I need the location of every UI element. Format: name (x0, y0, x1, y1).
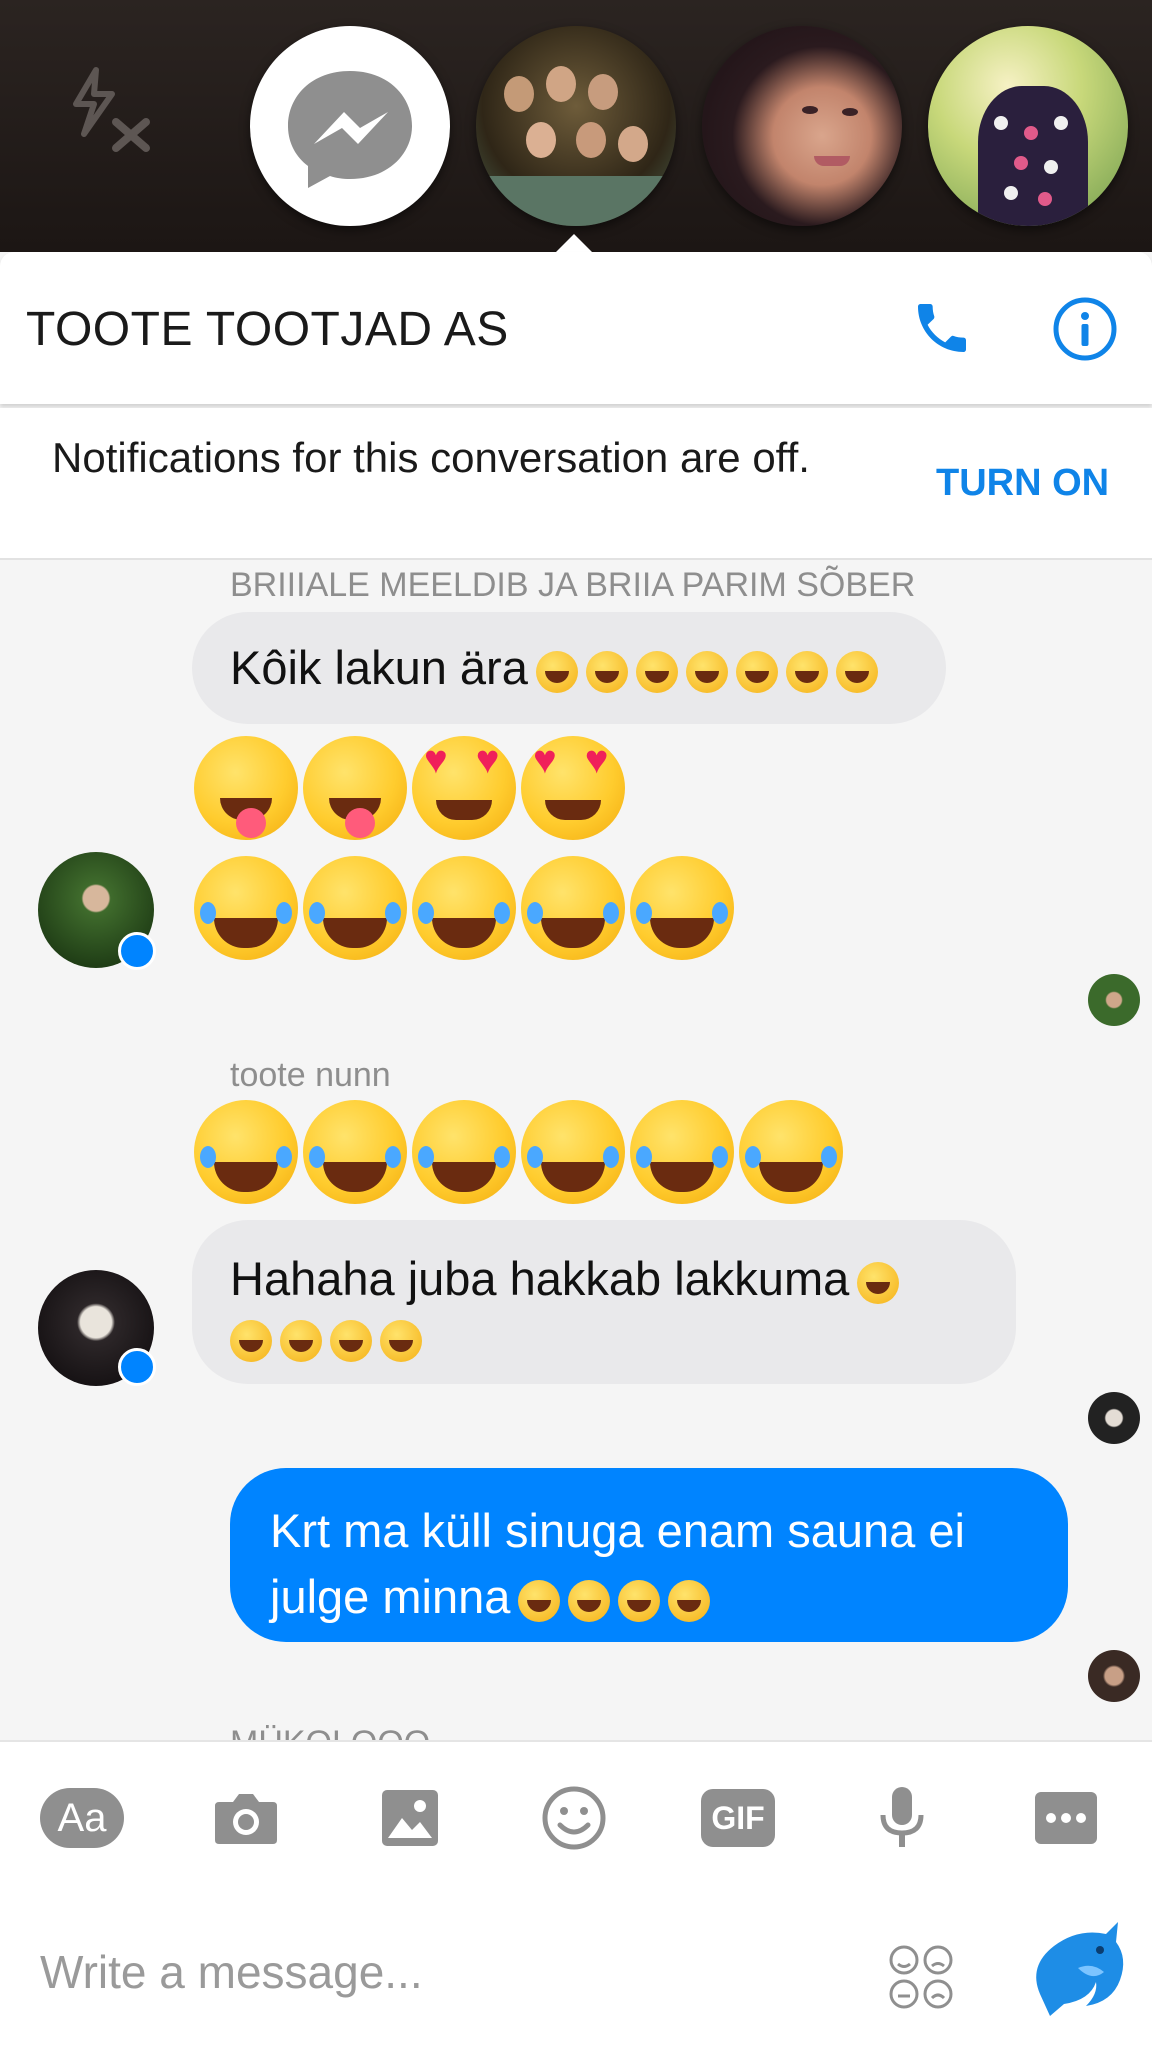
laughing-emoji-icon (521, 1100, 625, 1204)
emoji-button[interactable] (532, 1786, 616, 1850)
emoji-icon (542, 1786, 606, 1850)
active-head-caret (554, 234, 594, 254)
partial-sender-name: MÜKOLOOO (230, 1724, 430, 1740)
laughing-emoji-icon (528, 641, 878, 694)
flash-off-icon (64, 62, 154, 152)
gallery-icon (382, 1790, 438, 1846)
messenger-icon (288, 71, 412, 188)
turn-on-button[interactable]: TURN ON (936, 462, 1109, 505)
gif-button[interactable]: GIF (696, 1786, 780, 1850)
text-size-button[interactable]: Aa (40, 1786, 124, 1850)
gif-icon: GIF (701, 1789, 775, 1847)
read-receipt-avatar (1088, 974, 1140, 1026)
sender-name: BRIIIALE MEELDIB JA BRIIA PARIM SÕBER (230, 566, 916, 604)
laughing-emoji-icon (510, 1570, 711, 1623)
text-size-icon: Aa (40, 1788, 124, 1848)
more-icon (1035, 1792, 1097, 1844)
gallery-button[interactable] (368, 1786, 452, 1850)
own-message-bubble[interactable]: Krt ma küll sinuga enam sauna ei julge m… (230, 1468, 1068, 1642)
phone-icon[interactable] (910, 296, 974, 360)
laughing-emoji-icon (521, 856, 625, 960)
emoji-picker-icon[interactable] (888, 1944, 954, 2010)
laughing-emoji-icon (303, 856, 407, 960)
laughing-emoji-icon (630, 856, 734, 960)
notification-text: Notifications for this conversation are … (52, 434, 810, 481)
heart-eyes-emoji-icon (412, 736, 516, 840)
heart-eyes-emoji-icon (521, 736, 625, 840)
microphone-button[interactable] (860, 1786, 944, 1850)
conversation-title: TOOTE TOOTJAD AS (26, 303, 509, 356)
girl-avatar[interactable] (702, 26, 902, 226)
laughing-emoji-icon (303, 1100, 407, 1204)
message-input[interactable]: Write a message... (40, 1938, 860, 2006)
chat-heads-bar (0, 0, 1152, 252)
laughing-emoji-icon (194, 1100, 298, 1204)
group-photo-avatar[interactable] (476, 26, 676, 226)
flowers-avatar[interactable] (928, 26, 1128, 226)
tongue-emoji-icon (303, 736, 407, 840)
message-bubble[interactable]: Hahaha juba hakkab lakkuma (192, 1220, 1016, 1384)
message-text: Kôik lakun ära (230, 641, 528, 694)
microphone-icon (880, 1787, 924, 1847)
info-icon[interactable] (1052, 296, 1118, 362)
laughing-emoji-icon (412, 1100, 516, 1204)
sender-name: toote nunn (230, 1056, 391, 1094)
laughing-emoji-icon (739, 1100, 843, 1204)
laughing-emoji-icon (630, 1100, 734, 1204)
camera-button[interactable] (204, 1786, 288, 1850)
message-bubble[interactable]: Kôik lakun ära (192, 612, 946, 724)
messenger-badge-icon (118, 932, 156, 970)
messenger-badge-icon (118, 1348, 156, 1386)
read-receipt-avatar (1088, 1650, 1140, 1702)
dolphin-icon[interactable] (1020, 1912, 1132, 2024)
more-button[interactable] (1024, 1786, 1108, 1850)
read-receipt-avatar (1088, 1392, 1140, 1444)
message-text: Hahaha juba hakkab lakkuma (230, 1252, 850, 1305)
messenger-chat-head[interactable] (250, 26, 450, 226)
camera-icon (215, 1794, 277, 1844)
tongue-emoji-icon (194, 736, 298, 840)
laughing-emoji-icon (412, 856, 516, 960)
laughing-emoji-icon (194, 856, 298, 960)
